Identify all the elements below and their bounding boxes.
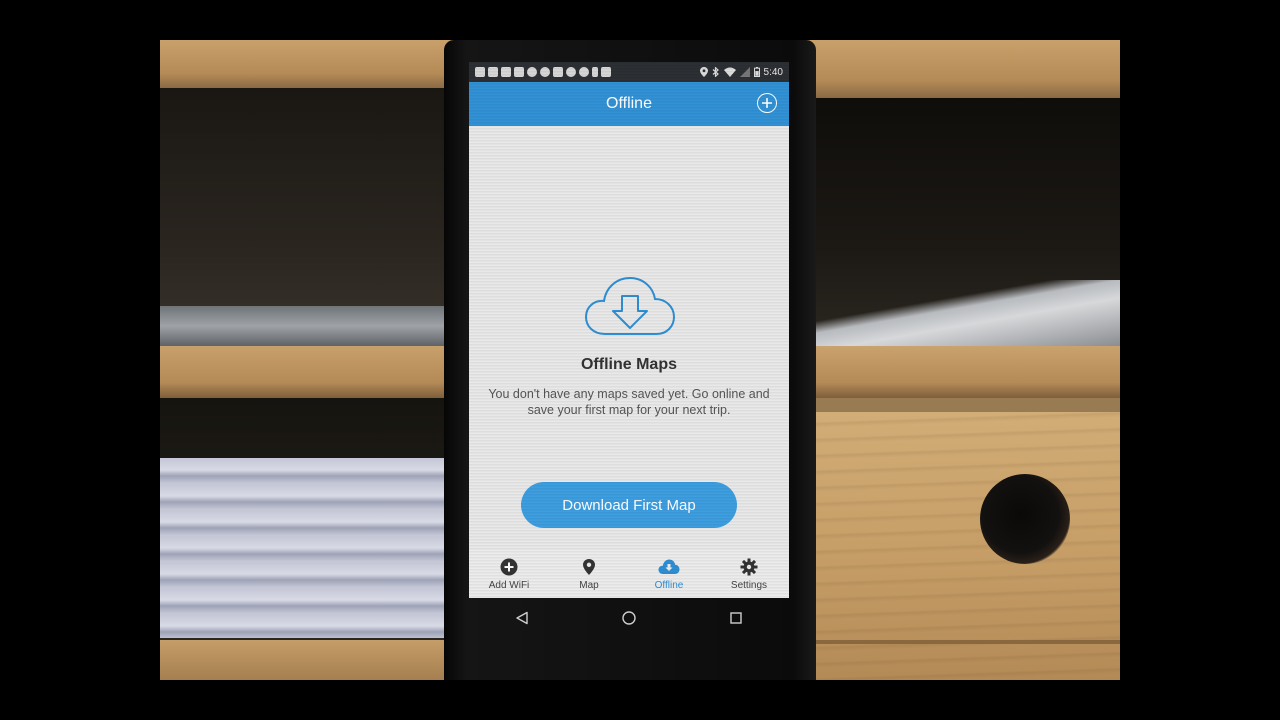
shelf [810, 346, 1120, 398]
empty-state-description: You don't have any maps saved yet. Go on… [488, 387, 770, 417]
paper-stack [160, 306, 450, 346]
cloud-download-icon [658, 559, 680, 574]
back-button[interactable] [513, 609, 531, 627]
tab-map[interactable]: Map [549, 550, 629, 598]
tab-settings[interactable]: Settings [709, 550, 789, 598]
add-map-button[interactable] [757, 93, 777, 113]
drawer-edge [810, 640, 1120, 644]
app-bar: Offline [469, 82, 789, 126]
plus-icon [762, 98, 772, 108]
shelf [160, 346, 450, 398]
tab-label: Settings [730, 579, 768, 591]
mail-icon [601, 67, 611, 77]
paper-stack [160, 458, 450, 638]
home-circle-icon [622, 611, 636, 625]
no-sim-icon [739, 67, 750, 77]
facebook-icon [488, 67, 498, 77]
system-icons: 5:40 [699, 66, 783, 78]
keyboard-icon [475, 67, 485, 77]
tab-label: Add WiFi [488, 579, 530, 591]
android-nav-bar [469, 598, 789, 638]
tab-label: Offline [654, 579, 684, 591]
empty-state-title: Offline Maps [580, 356, 677, 373]
app-bar-title: Offline [606, 95, 652, 112]
empty-state: Offline Maps You don't have any maps sav… [469, 126, 789, 538]
status-bar: 5:40 [469, 62, 789, 82]
globe-icon [566, 67, 576, 77]
bottom-nav: Add WiFi Map Offline Settings [469, 550, 789, 598]
phone: 5:40 Offline Offline Maps You don't have… [444, 40, 816, 680]
tab-add-wifi[interactable]: Add WiFi [469, 550, 549, 598]
tab-label: Map [579, 579, 599, 591]
gear-icon [740, 558, 758, 575]
download-first-map-button[interactable]: Download First Map [521, 482, 737, 528]
plus-circle-icon [500, 558, 518, 575]
notification-icons [475, 67, 700, 77]
shelf [160, 40, 450, 88]
shelf [160, 640, 450, 680]
facebook-icon [514, 67, 524, 77]
facebook-icon [501, 67, 511, 77]
battery-icon [753, 67, 760, 77]
home-button[interactable] [620, 609, 638, 627]
drawer-handle-hole [980, 474, 1070, 564]
shelf [810, 40, 1120, 98]
recents-button[interactable] [727, 609, 745, 627]
location-pin-icon [583, 558, 595, 575]
photo-frame: 5:40 Offline Offline Maps You don't have… [160, 40, 1120, 680]
globe-icon [579, 67, 589, 77]
android-icon [592, 67, 598, 77]
tab-offline[interactable]: Offline [629, 550, 709, 598]
back-triangle-icon [516, 611, 529, 625]
cloud-download-icon [583, 274, 677, 338]
location-icon [699, 67, 708, 77]
globe-icon [527, 67, 537, 77]
phone-screen: 5:40 Offline Offline Maps You don't have… [469, 62, 789, 598]
globe-icon [540, 67, 550, 77]
wifi-icon [723, 67, 736, 77]
recents-square-icon [729, 612, 742, 624]
bluetooth-icon [712, 67, 719, 77]
drawer [810, 412, 1120, 680]
status-time: 5:40 [763, 66, 783, 78]
facebook-icon [553, 67, 563, 77]
paper-stack [810, 280, 1120, 346]
